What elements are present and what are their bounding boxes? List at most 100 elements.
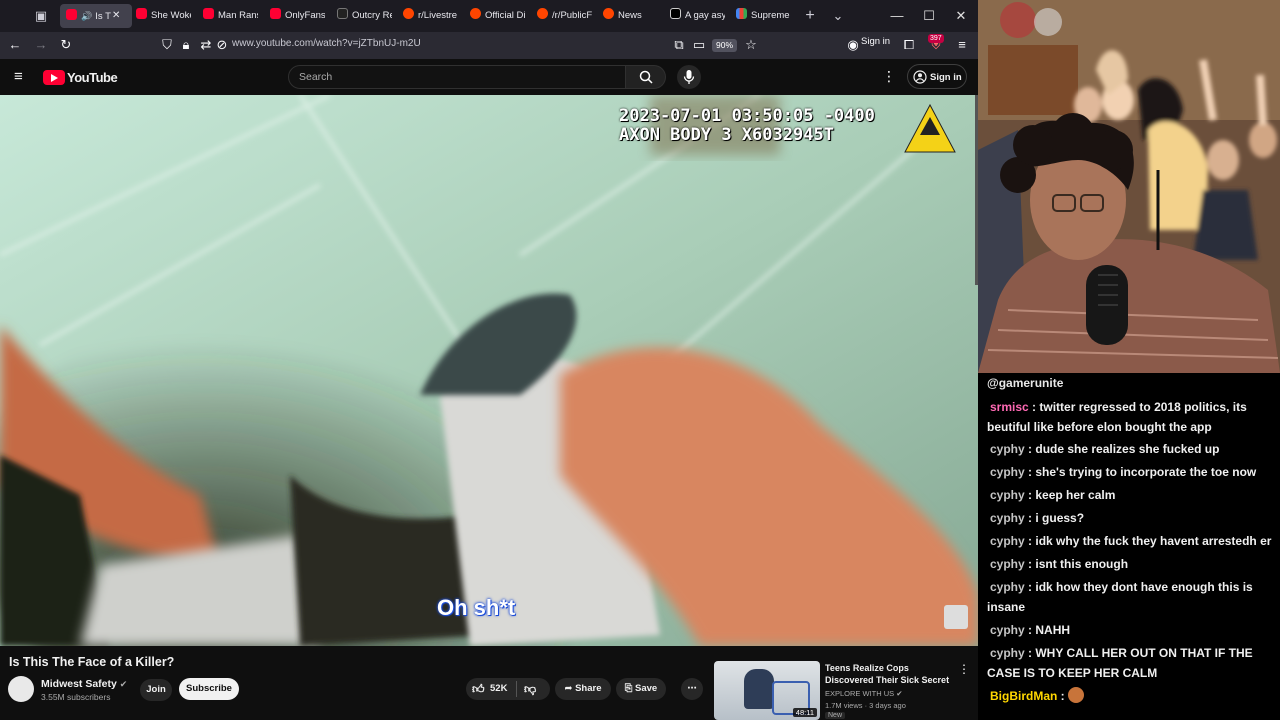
browser-window: ▣ 🔊 Is T ✕ She Woke Man Rans OnlyFans Out… — [0, 0, 978, 720]
x-favicon-icon — [337, 8, 348, 19]
recommended-channel[interactable]: EXPLORE WITH US ✔ — [825, 689, 903, 698]
chat-text: NAHH — [1035, 623, 1071, 637]
channel-name[interactable]: Midwest Safety ✔ — [41, 678, 127, 690]
youtube-logo[interactable]: YouTube — [43, 69, 118, 86]
emote-icon — [1068, 687, 1085, 703]
forward-arrow-icon[interactable]: → — [32, 36, 50, 54]
tab[interactable]: She Woke — [136, 4, 191, 28]
subscribe-button[interactable]: Subscribe — [179, 678, 239, 700]
tab-title: She Woke — [151, 10, 191, 21]
chat-text: idk why the fuck they havent arrestedh e… — [1035, 534, 1272, 548]
share-button[interactable]: ➦ Share — [555, 678, 611, 700]
bookmark-star-icon[interactable]: ☆ — [742, 36, 760, 54]
tab[interactable]: A gay asy — [670, 4, 725, 28]
dislike-thumb-icon[interactable]: 👎︎ — [524, 678, 536, 700]
save-bookmark-icon: ⎘ — [624, 683, 633, 694]
youtube-favicon-icon — [66, 9, 77, 20]
webcam-feed — [978, 0, 1280, 373]
tab[interactable]: /r/PublicF — [537, 4, 592, 28]
voice-search-button[interactable] — [677, 65, 701, 89]
video-player[interactable]: 2023-07-01 03:50:05 -0400 AXON BODY 3 X6… — [0, 95, 978, 646]
chat-username: cyphy — [990, 580, 1025, 594]
video-title: Is This The Face of a Killer? — [9, 655, 175, 669]
lock-icon[interactable]: 🔒︎ — [177, 36, 195, 54]
recommended-title[interactable]: Teens Realize Cops Discovered Their Sick… — [825, 662, 955, 686]
youtube-sign-in-button[interactable]: Sign in — [907, 64, 967, 89]
youtube-favicon-icon — [136, 8, 147, 19]
like-thumb-icon[interactable]: 👍︎ — [472, 678, 485, 700]
channel-avatar[interactable] — [8, 676, 34, 702]
extensions-icon[interactable]: ⧠ — [900, 36, 918, 54]
tab[interactable]: Official Di — [470, 4, 525, 28]
chat-text: i guess? — [1035, 511, 1085, 525]
browser-sign-in[interactable]: Sign in — [861, 36, 890, 47]
tab-title: Official Di — [485, 10, 525, 21]
tab[interactable]: Outcry Re — [337, 4, 392, 28]
reddit-favicon-icon — [403, 8, 414, 19]
screenshot-icon[interactable]: ▭ — [690, 36, 708, 54]
tab[interactable]: r/Livestre — [403, 4, 458, 28]
close-window-icon[interactable]: ✕ — [951, 6, 971, 26]
reload-icon[interactable]: ↻ — [57, 36, 75, 54]
tab-overview-icon[interactable]: ▣ — [31, 6, 51, 26]
menu-hamburger-icon[interactable]: ≡ — [953, 36, 971, 54]
chat-message: cyphy : isnt this enough — [987, 554, 1277, 574]
like-dislike-group: 👍︎ 52K 👎︎ — [466, 678, 550, 700]
url-text[interactable]: www.youtube.com/watch?v=jZTbnUJ-m2U — [232, 38, 421, 49]
tab-list-chevron-icon[interactable]: ⌄ — [828, 6, 848, 26]
tab-title: Supreme — [751, 10, 790, 21]
account-circle-icon — [913, 70, 927, 84]
new-tab-icon[interactable]: + — [800, 6, 820, 26]
share-arrow-icon: ➦ — [564, 683, 573, 694]
video-caption: Oh sh*t — [437, 595, 516, 620]
settings-kebab-icon[interactable]: ⋮ — [882, 69, 896, 83]
extension-badge: 397 — [928, 34, 944, 43]
tab-title: r/Livestre — [418, 10, 458, 21]
tab-close-icon[interactable]: ✕ — [112, 4, 120, 28]
chat-username: cyphy — [990, 442, 1025, 456]
search-placeholder: Search — [299, 71, 333, 83]
tab-active[interactable]: 🔊 Is T ✕ — [60, 4, 132, 28]
chat-username: srmisc — [990, 400, 1029, 414]
google-favicon-icon — [736, 8, 747, 19]
url-bar[interactable]: ⛉ 🔒︎ ⇄ ⊘ www.youtube.com/watch?v=jZTbnUJ… — [150, 34, 770, 57]
chat-message: cyphy : i guess? — [987, 508, 1277, 528]
more-actions-icon[interactable]: ⋯ — [681, 678, 703, 700]
tab[interactable]: Man Rans — [203, 4, 258, 28]
shield-icon[interactable]: ⛉ — [158, 36, 176, 54]
maximize-icon[interactable]: ☐ — [919, 6, 939, 26]
chat-username: cyphy — [990, 465, 1025, 479]
chat-username: cyphy — [990, 488, 1025, 502]
zoom-level[interactable]: 90% — [712, 39, 738, 52]
account-icon[interactable]: ◉ — [844, 36, 862, 54]
tab[interactable]: News — [603, 4, 658, 28]
chat-message: cyphy : dude she realizes she fucked up — [987, 439, 1277, 459]
save-button[interactable]: ⎘ Save — [616, 678, 666, 700]
tab-title: OnlyFans — [285, 10, 325, 21]
minimize-icon[interactable]: — — [887, 6, 907, 26]
tab-bar: ▣ 🔊 Is T ✕ She Woke Man Rans OnlyFans Out… — [0, 0, 978, 32]
tab-title: News — [618, 10, 642, 21]
recommended-menu-icon[interactable]: ⋮ — [958, 662, 970, 676]
chat-text: she's trying to incorporate the toe now — [1035, 465, 1257, 479]
youtube-header: ≡ YouTube Search ⋮ Sign in — [0, 59, 978, 95]
back-arrow-icon[interactable]: ← — [6, 36, 24, 54]
chat-message: cyphy : she's trying to incorporate the … — [987, 462, 1277, 482]
chat-text: dude she realizes she fucked up — [1035, 442, 1220, 456]
divider — [516, 681, 517, 697]
search-button[interactable] — [626, 65, 666, 89]
chat-username: cyphy — [990, 623, 1025, 637]
youtube-play-logo-icon — [43, 70, 65, 86]
search-input[interactable]: Search — [288, 65, 626, 89]
recommended-thumbnail[interactable]: 48:11 — [714, 661, 820, 720]
tab-speaker-icon[interactable]: 🔊 — [81, 11, 92, 21]
picture-in-picture-icon[interactable]: ⧉ — [670, 36, 688, 54]
channel-watermark-icon[interactable] — [944, 605, 968, 629]
like-count[interactable]: 52K — [490, 678, 507, 700]
guide-menu-icon[interactable]: ≡ — [14, 68, 23, 85]
join-button[interactable]: Join — [140, 679, 172, 701]
tab[interactable]: Supreme — [736, 4, 791, 28]
tab[interactable]: OnlyFans — [270, 4, 325, 28]
chat-text: isnt this enough — [1035, 557, 1129, 571]
autoplay-blocked-icon[interactable]: ⊘ — [213, 36, 231, 54]
